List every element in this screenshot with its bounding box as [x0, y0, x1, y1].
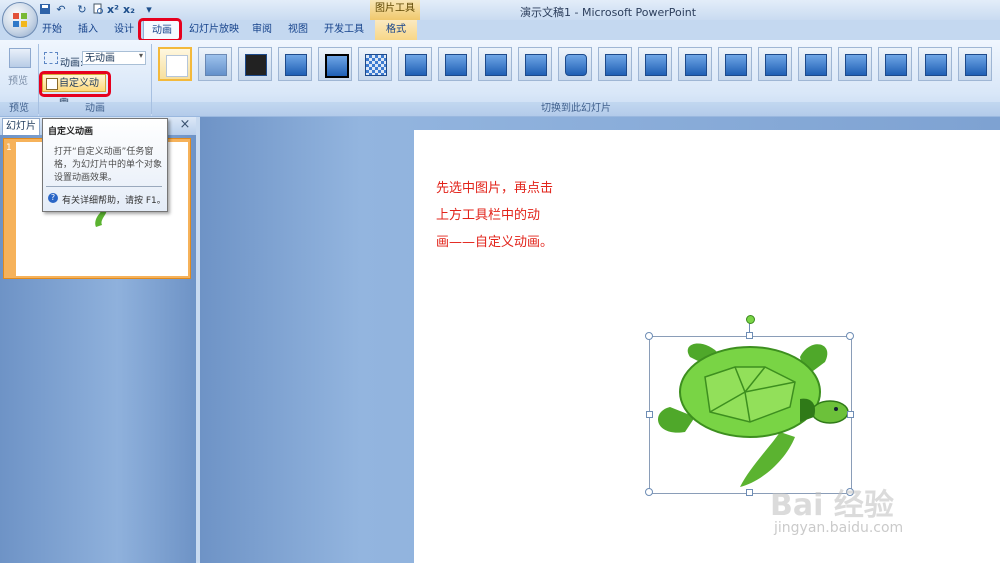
help-icon: ? — [48, 193, 58, 203]
slide-number: 1 — [6, 143, 12, 153]
resize-handle-left[interactable] — [646, 411, 653, 418]
animations-tab-highlight — [138, 18, 182, 42]
transition-wipe-up[interactable] — [518, 47, 552, 81]
animation-icon — [44, 52, 58, 64]
transition-cover-up-right[interactable] — [878, 47, 912, 81]
window-title: 演示文稿1 - Microsoft PowerPoint — [520, 6, 697, 19]
subscript-icon[interactable]: x₂ — [122, 3, 136, 17]
transition-group-label: 切换到此幻灯片 — [152, 102, 1000, 116]
transition-cut[interactable] — [278, 47, 312, 81]
office-logo-icon — [13, 13, 27, 27]
transition-fade-black[interactable] — [238, 47, 272, 81]
transition-none[interactable] — [158, 47, 192, 81]
preview-button-label[interactable]: 预览 — [8, 72, 28, 87]
image-selection-box — [649, 336, 852, 494]
animation-label: 动画: — [60, 58, 84, 69]
tab-format[interactable]: 格式 — [375, 20, 417, 40]
transition-wipe-right[interactable] — [478, 47, 512, 81]
resize-handle-bottom-left[interactable] — [645, 488, 653, 496]
save-icon[interactable] — [38, 3, 52, 17]
instruction-line: 上方工具栏中的动 — [436, 208, 541, 223]
redo-icon[interactable]: ↻ — [75, 3, 89, 17]
rotation-handle[interactable] — [746, 315, 755, 324]
baidu-watermark: Bai 经验 — [770, 488, 894, 523]
transition-zoom-in[interactable] — [918, 47, 952, 81]
superscript-icon[interactable]: x² — [106, 3, 120, 17]
resize-handle-right[interactable] — [847, 411, 854, 418]
transition-wipe-left[interactable] — [438, 47, 472, 81]
instruction-line: 画——自定义动画。 — [436, 235, 554, 250]
instruction-text[interactable]: 先选中图片，再点击 上方工具栏中的动 画——自定义动画。 — [436, 175, 596, 256]
custom-animation-highlight — [39, 71, 111, 97]
resize-handle-bottom[interactable] — [746, 489, 753, 496]
tooltip-help-text: 有关详细帮助，请按 F1。 — [62, 196, 166, 206]
preview-group-label: 预览 — [0, 102, 38, 116]
transition-zoom-out[interactable] — [958, 47, 992, 81]
chevron-down-icon[interactable]: ▾ — [139, 51, 143, 60]
baidu-watermark-url: jingyan.baidu.com — [774, 520, 904, 536]
transition-push-up[interactable] — [718, 47, 752, 81]
slides-tab[interactable]: 幻灯片 — [2, 118, 40, 135]
undo-icon[interactable]: ↶ — [54, 3, 68, 17]
animation-select[interactable]: 无动画 — [82, 51, 146, 65]
transition-wipe-down[interactable] — [398, 47, 432, 81]
transition-dissolve[interactable] — [358, 47, 392, 81]
tab-review[interactable]: 审阅 — [250, 20, 274, 40]
transition-cover-up-left[interactable] — [838, 47, 872, 81]
close-icon[interactable]: × — [178, 118, 192, 132]
picture-tools-contextual-label: 图片工具 — [370, 0, 420, 20]
instruction-line: 先选中图片，再点击 — [436, 181, 554, 196]
tab-view[interactable]: 视图 — [286, 20, 310, 40]
resize-handle-top[interactable] — [746, 332, 753, 339]
transition-fade-smooth[interactable] — [198, 47, 232, 81]
transition-push-left[interactable] — [638, 47, 672, 81]
transition-cover-down-left[interactable] — [758, 47, 792, 81]
transition-cut-black[interactable] — [318, 47, 352, 81]
tab-insert[interactable]: 插入 — [76, 20, 100, 40]
tab-design[interactable]: 设计 — [112, 20, 136, 40]
transition-push-right[interactable] — [678, 47, 712, 81]
resize-handle-top-left[interactable] — [645, 332, 653, 340]
customize-qat-icon[interactable]: ▾ — [142, 3, 156, 17]
office-button[interactable] — [2, 2, 38, 38]
resize-handle-top-right[interactable] — [846, 332, 854, 340]
tab-home[interactable]: 开始 — [40, 20, 64, 40]
animation-group-label: 动画 — [39, 102, 151, 116]
tab-developer[interactable]: 开发工具 — [322, 20, 366, 40]
transition-cover-down-right[interactable] — [798, 47, 832, 81]
tab-slide-show[interactable]: 幻灯片放映 — [188, 20, 240, 40]
transition-push-down[interactable] — [598, 47, 632, 81]
preview-icon[interactable] — [9, 48, 31, 68]
tooltip-title: 自定义动画 — [48, 127, 94, 137]
print-preview-icon[interactable] — [91, 3, 105, 17]
tooltip-body: 打开“自定义动画”任务窗格，为幻灯片中的单个对象设置动画效果。 — [54, 147, 163, 183]
tooltip-divider — [46, 186, 162, 187]
transition-wheel[interactable] — [558, 47, 592, 81]
